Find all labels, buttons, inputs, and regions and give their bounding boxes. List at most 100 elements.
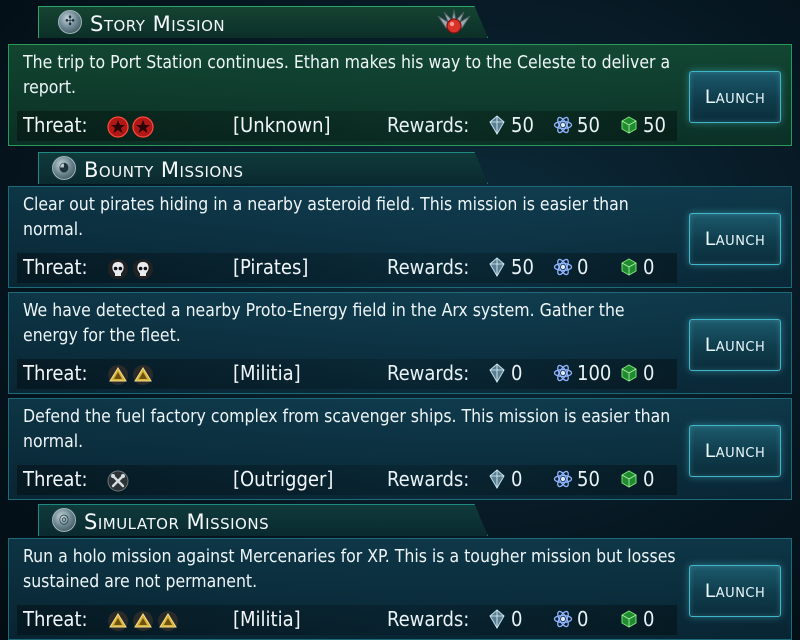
- reward-credits: 0: [487, 467, 522, 491]
- reward-credits-value: 0: [511, 361, 523, 385]
- reward-energy: 0: [553, 255, 588, 279]
- enemy-faction: [Unknown]: [233, 113, 331, 137]
- reward-credits: 0: [487, 607, 522, 631]
- reward-supplies: 0: [619, 361, 654, 385]
- mission-info-row: Threat: [Pirates] Rewards: 50 0 0: [9, 253, 679, 283]
- green-cube-icon: [621, 116, 637, 134]
- enemy-faction: [Pirates]: [233, 255, 309, 279]
- simulator-section-header: ◎ Simulator Missions: [8, 504, 488, 536]
- mission-card: The trip to Port Station continues. Etha…: [8, 44, 792, 146]
- launch-button[interactable]: Launch: [689, 425, 781, 477]
- atom-icon: [553, 258, 573, 276]
- mission-description: Defend the fuel factory complex from sca…: [23, 407, 671, 452]
- launch-button[interactable]: Launch: [689, 71, 781, 123]
- green-cube-icon: [621, 258, 637, 276]
- rewards-label: Rewards:: [387, 255, 470, 279]
- red-star-icon: [107, 116, 129, 138]
- reward-energy-value: 0: [577, 255, 589, 279]
- green-cube-icon: [621, 470, 637, 488]
- crystal-icon: [489, 257, 505, 277]
- reward-credits: 50: [487, 255, 534, 279]
- mission-description: Run a holo mission against Mercenaries f…: [23, 547, 676, 592]
- atom-icon: [553, 116, 573, 134]
- chevron-rank-icon: [108, 365, 128, 385]
- mission-description: The trip to Port Station continues. Etha…: [23, 53, 671, 98]
- reward-supplies: 0: [619, 467, 654, 491]
- simulator-mission-icon: ◎: [52, 508, 76, 532]
- threat-label: Threat:: [23, 361, 88, 385]
- mission-description: Clear out pirates hiding in a nearby ast…: [23, 195, 629, 240]
- reward-energy: 50: [553, 113, 600, 137]
- reward-supplies: 50: [619, 113, 666, 137]
- threat-label: Threat:: [23, 113, 88, 137]
- mission-card: Clear out pirates hiding in a nearby ast…: [8, 186, 792, 288]
- enemy-faction: [Outrigger]: [233, 467, 334, 491]
- story-section-header: ✣ Story Mission: [8, 6, 488, 38]
- reward-energy: 0: [553, 607, 588, 631]
- threat-label: Threat:: [23, 467, 88, 491]
- reward-credits: 50: [487, 113, 534, 137]
- launch-button[interactable]: Launch: [689, 565, 781, 617]
- reward-credits-value: 50: [511, 255, 534, 279]
- enemy-faction: [Militia]: [233, 607, 301, 631]
- threat-level: [107, 116, 154, 138]
- skull-icon: [108, 259, 128, 279]
- mission-card: We have detected a nearby Proto-Energy f…: [8, 292, 792, 394]
- rewards-label: Rewards:: [387, 361, 470, 385]
- reward-credits-value: 0: [511, 467, 523, 491]
- chevron-rank-icon: [133, 365, 153, 385]
- rank-emblem-icon: [437, 9, 471, 34]
- reward-supplies-value: 0: [643, 255, 655, 279]
- reward-credits-value: 0: [511, 607, 523, 631]
- enemy-faction: [Militia]: [233, 361, 301, 385]
- crystal-icon: [489, 363, 505, 383]
- threat-level: [107, 364, 154, 386]
- wrench-icon: [107, 470, 129, 492]
- reward-supplies: 0: [619, 607, 654, 631]
- simulator-section-title: Simulator Missions: [84, 510, 270, 534]
- threat-level: [107, 258, 154, 280]
- crystal-icon: [489, 115, 505, 135]
- red-star-icon: [132, 116, 154, 138]
- mission-info-row: Threat: [Unknown] Rewards: 50 50 50: [9, 111, 679, 141]
- reward-credits-value: 50: [511, 113, 534, 137]
- chevron-rank-icon: [158, 611, 178, 631]
- atom-icon: [553, 470, 573, 488]
- reward-supplies-value: 0: [643, 361, 655, 385]
- rewards-label: Rewards:: [387, 607, 470, 631]
- reward-supplies-value: 50: [643, 113, 666, 137]
- mission-board: ✣ Story Mission The trip to Port Station…: [0, 0, 800, 640]
- chevron-rank-icon: [133, 611, 153, 631]
- reward-energy-value: 50: [577, 467, 600, 491]
- threat-label: Threat:: [23, 255, 88, 279]
- mission-info-row: Threat: [Militia] Rewards: 0 0 0: [9, 605, 679, 635]
- reward-energy-value: 0: [577, 607, 589, 631]
- mission-card: Defend the fuel factory complex from sca…: [8, 398, 792, 500]
- crystal-icon: [489, 469, 505, 489]
- threat-level: [107, 610, 179, 632]
- rewards-label: Rewards:: [387, 113, 470, 137]
- crystal-icon: [489, 609, 505, 629]
- mission-info-row: Threat: [Militia] Rewards: 0 100 0: [9, 359, 679, 389]
- reward-energy: 50: [553, 467, 600, 491]
- mission-info-row: Threat: [Outrigger] Rewards: 0 50 0: [9, 465, 679, 495]
- threat-level: [107, 470, 129, 492]
- chevron-rank-icon: [108, 611, 128, 631]
- story-mission-icon: ✣: [58, 10, 82, 34]
- green-cube-icon: [621, 610, 637, 628]
- reward-supplies-value: 0: [643, 467, 655, 491]
- reward-supplies-value: 0: [643, 607, 655, 631]
- bounty-section-header: ◕ Bounty Missions: [8, 152, 488, 184]
- bounty-mission-icon: ◕: [52, 156, 76, 180]
- reward-supplies: 0: [619, 255, 654, 279]
- green-cube-icon: [621, 364, 637, 382]
- reward-energy: 100: [553, 361, 611, 385]
- rewards-label: Rewards:: [387, 467, 470, 491]
- skull-icon: [133, 259, 153, 279]
- atom-icon: [553, 364, 573, 382]
- mission-card: Run a holo mission against Mercenaries f…: [8, 538, 792, 640]
- bounty-section-title: Bounty Missions: [84, 158, 244, 182]
- launch-button[interactable]: Launch: [689, 319, 781, 371]
- reward-credits: 0: [487, 361, 522, 385]
- launch-button[interactable]: Launch: [689, 213, 781, 265]
